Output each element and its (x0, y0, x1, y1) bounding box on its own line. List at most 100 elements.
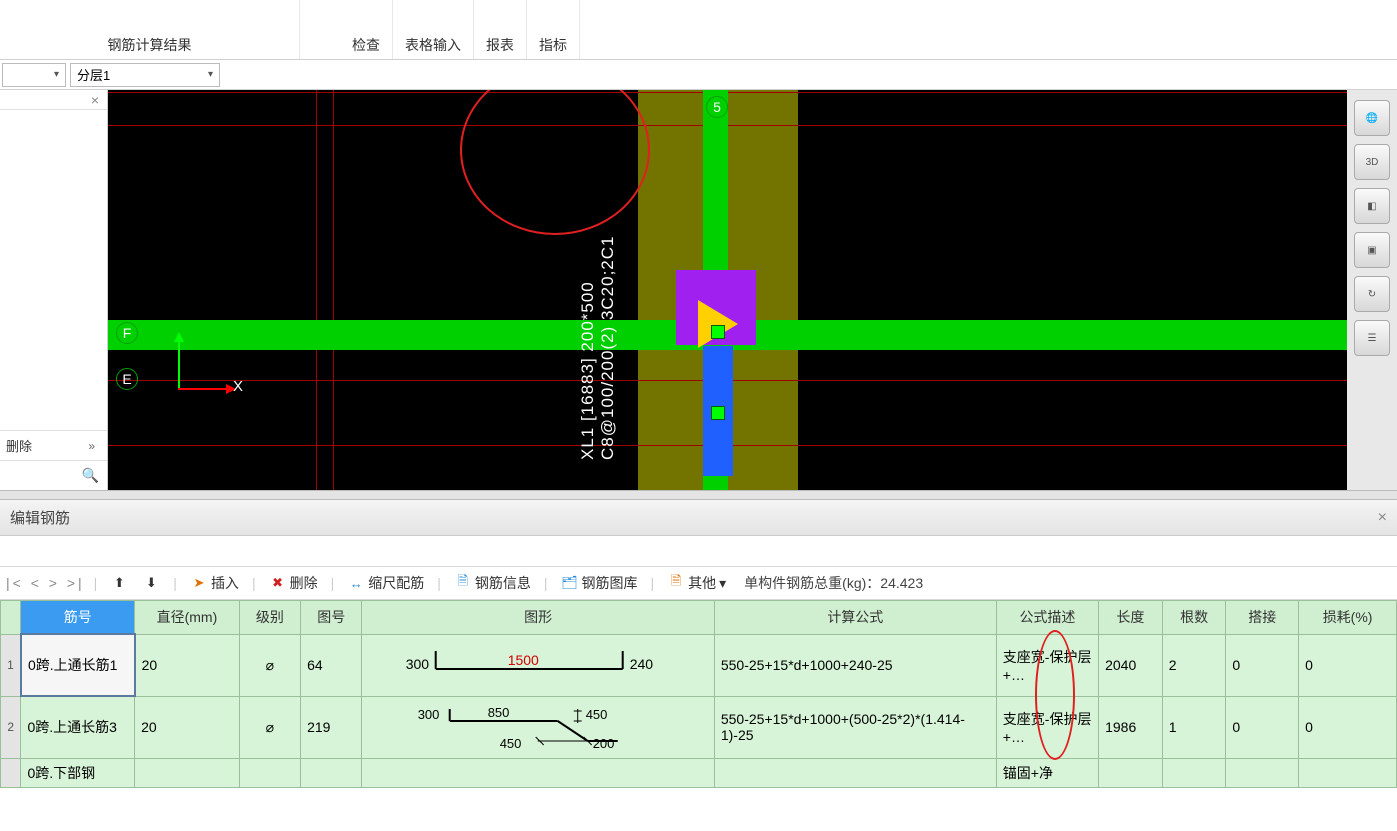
view-3d-button[interactable]: 3D (1354, 144, 1390, 180)
col-name[interactable]: 筋号 (21, 601, 135, 635)
ribbon-group-result[interactable]: 钢筋计算结果 (0, 0, 300, 59)
col-shape[interactable]: 图形 (362, 601, 714, 635)
cell-desc[interactable]: 支座宽-保护层+… (996, 634, 1098, 696)
grip-handle[interactable] (711, 406, 725, 420)
search-icon: 🔍 (82, 467, 99, 484)
col-lap[interactable]: 搭接 (1226, 601, 1299, 635)
ribbon-group-table-input[interactable]: 表格输入 (393, 0, 474, 59)
ribbon-label: 指标 (539, 35, 567, 55)
shape-diagram: 300 1500 240 (368, 639, 707, 689)
chevron-down-icon: ▾ (208, 69, 213, 80)
table-row[interactable]: 0跨.下部钢 锚固+净 (1, 758, 1397, 787)
panel-close-button[interactable]: × (0, 90, 107, 110)
col-grade[interactable]: 级别 (239, 601, 300, 635)
horizontal-splitter[interactable] (0, 490, 1397, 500)
table-row[interactable]: 2 0跨.上通长筋3 20 ⌀ 219 300 850 450 (1, 696, 1397, 758)
viewport-3d[interactable]: 5 F E XL1 [16883] 200*500 C8@100/200(2) … (108, 90, 1347, 490)
view-rotate-button[interactable]: ↻ (1354, 276, 1390, 312)
direction-marker-icon (698, 300, 738, 348)
cell-count[interactable]: 2 (1162, 634, 1226, 696)
col-len[interactable]: 长度 (1099, 601, 1163, 635)
cell-len[interactable]: 1986 (1099, 696, 1163, 758)
cell-len[interactable]: 2040 (1099, 634, 1163, 696)
library-icon: 🗂 (561, 574, 579, 592)
dropdown-layer-value: 分层1 (77, 65, 110, 84)
cell-lap[interactable]: 0 (1226, 696, 1299, 758)
cell-name[interactable]: 0跨.下部钢 (21, 758, 135, 787)
delete-button[interactable]: ✖删除 (265, 571, 322, 595)
info-button[interactable]: 🗎钢筋信息 (450, 571, 535, 595)
nav-buttons[interactable]: |< < > >| (6, 575, 85, 591)
cell-count[interactable]: 1 (1162, 696, 1226, 758)
chevron-down-icon: ▾ (54, 69, 59, 80)
arrow-down-icon: ⬇ (142, 574, 160, 592)
chevron-down-icon: ▾ (719, 575, 726, 592)
download-button[interactable]: ⬇ (138, 572, 164, 594)
cell-loss[interactable]: 0 (1299, 696, 1397, 758)
svg-text:200: 200 (593, 736, 615, 751)
cell-dia[interactable]: 20 (135, 696, 240, 758)
cell-formula[interactable]: 550-25+15*d+1000+240-25 (714, 634, 996, 696)
ribbon: 钢筋计算结果 检查 表格输入 报表 指标 (0, 0, 1397, 60)
col-dia[interactable]: 直径(mm) (135, 601, 240, 635)
row-index (1, 758, 21, 787)
svg-text:300: 300 (406, 656, 430, 672)
view-settings-button[interactable]: ☰ (1354, 320, 1390, 356)
view-iso-button[interactable]: ◧ (1354, 188, 1390, 224)
insert-icon: ➤ (190, 574, 208, 592)
left-delete-button[interactable]: 删除 » (0, 430, 107, 460)
cell-shape[interactable]: 300 1500 240 (362, 634, 714, 696)
scale-button[interactable]: ↔缩尺配筋 (343, 571, 428, 595)
col-count[interactable]: 根数 (1162, 601, 1226, 635)
cell-grade[interactable]: ⌀ (239, 696, 300, 758)
left-search-button[interactable]: 🔍 (0, 460, 107, 490)
cell-name[interactable]: 0跨.上通长筋3 (21, 696, 135, 758)
insert-button[interactable]: ➤插入 (186, 571, 243, 595)
cell-shape[interactable]: 300 850 450 450 200 (362, 696, 714, 758)
grid-line (316, 90, 317, 490)
ribbon-group-index[interactable]: 指标 (527, 0, 580, 59)
beam-annotation: XL1 [16883] 200*500 C8@100/200(2) 3C20;2… (578, 236, 618, 461)
view-globe-button[interactable]: 🌐 (1354, 100, 1390, 136)
ribbon-group-check[interactable]: 检查 (340, 0, 393, 59)
ribbon-group-report[interactable]: 报表 (474, 0, 527, 59)
cell-dia[interactable]: 20 (135, 634, 240, 696)
shape-diagram: 300 850 450 450 200 (368, 701, 707, 751)
panel-close-button[interactable]: × (1378, 509, 1387, 527)
grid-bubble-5: 5 (706, 96, 728, 118)
upload-button[interactable]: ⬆ (106, 572, 132, 594)
cell-grade[interactable]: ⌀ (239, 634, 300, 696)
axis-y-icon (178, 340, 180, 390)
delete-icon: ✖ (269, 574, 287, 592)
grid-bubble-f: F (116, 322, 138, 344)
table-row[interactable]: 1 0跨.上通长筋1 20 ⌀ 64 300 1500 240 550-25+1… (1, 634, 1397, 696)
cell-fig[interactable]: 64 (301, 634, 362, 696)
cell-desc[interactable]: 支座宽-保护层+… (996, 696, 1098, 758)
delete-label: 删除 (6, 436, 32, 455)
cell-formula[interactable]: 550-25+15*d+1000+(500-25*2)*(1.414-1)-25 (714, 696, 996, 758)
arrow-up-icon: ⬆ (110, 574, 128, 592)
cell-loss[interactable]: 0 (1299, 634, 1397, 696)
axis-x-icon (178, 388, 228, 390)
view-cube-button[interactable]: ▣ (1354, 232, 1390, 268)
library-button[interactable]: 🗂钢筋图库 (557, 571, 642, 595)
rebar-edit-panel: 编辑钢筋 × |< < > >| | ⬆ ⬇ | ➤插入 | ✖删除 | ↔缩尺… (0, 500, 1397, 788)
col-formula[interactable]: 计算公式 (714, 601, 996, 635)
ribbon-label: 报表 (486, 35, 514, 55)
ribbon-label: 检查 (352, 35, 380, 55)
dropdown-layer[interactable]: 分层1 ▾ (70, 63, 220, 87)
col-desc[interactable]: 公式描述 (996, 601, 1098, 635)
other-button[interactable]: 🗎其他 ▾ (663, 571, 730, 595)
svg-text:240: 240 (630, 656, 654, 672)
cell-fig[interactable]: 219 (301, 696, 362, 758)
dropdown-floor[interactable]: ▾ (2, 63, 66, 87)
other-icon: 🗎 (667, 574, 685, 592)
cell-lap[interactable]: 0 (1226, 634, 1299, 696)
rebar-table: 筋号 直径(mm) 级别 图号 图形 计算公式 公式描述 长度 根数 搭接 损耗… (0, 600, 1397, 788)
col-fig[interactable]: 图号 (301, 601, 362, 635)
cell-desc[interactable]: 锚固+净 (996, 758, 1098, 787)
col-loss[interactable]: 损耗(%) (1299, 601, 1397, 635)
svg-text:1500: 1500 (508, 652, 539, 668)
grip-handle[interactable] (711, 325, 725, 339)
cell-name[interactable]: 0跨.上通长筋1 (21, 634, 135, 696)
